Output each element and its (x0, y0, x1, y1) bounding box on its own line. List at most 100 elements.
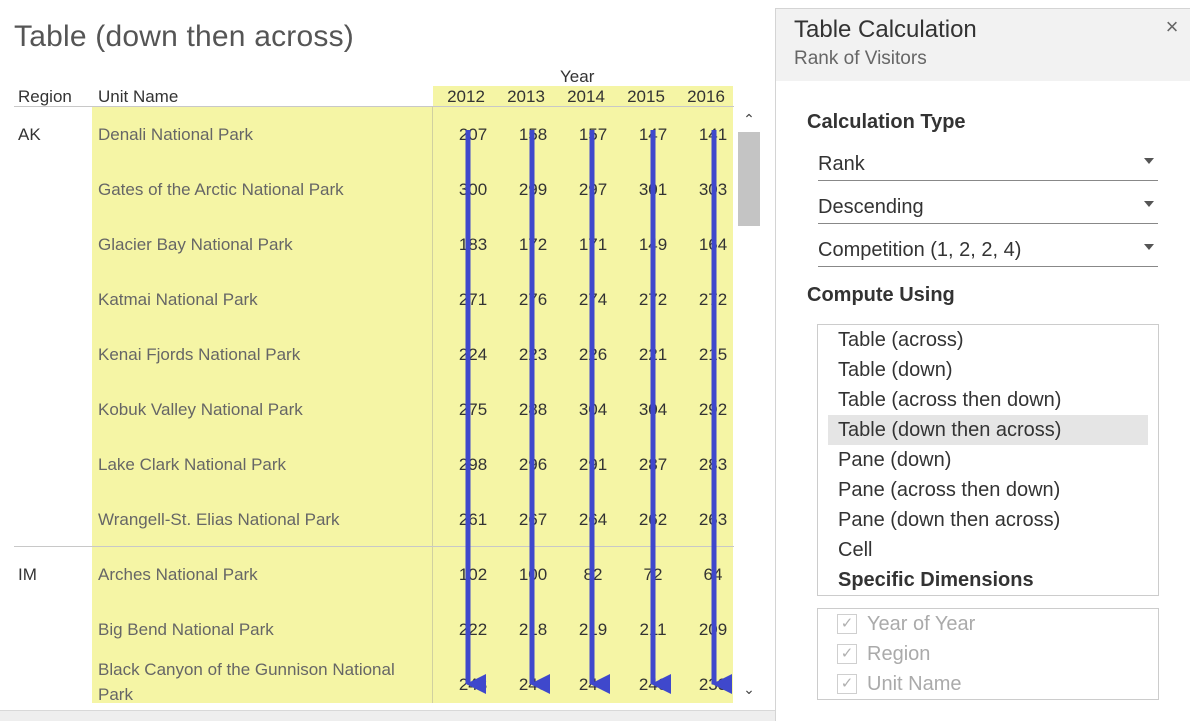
rank-value-cell[interactable]: 221 (623, 345, 683, 365)
panel-subtitle: Rank of Visitors (794, 48, 927, 69)
scroll-up-icon[interactable]: ⌃ (737, 108, 761, 130)
rank-value-cell[interactable]: 224 (443, 345, 503, 365)
rank-value-cell[interactable]: 274 (563, 290, 623, 310)
rank-value-cell[interactable]: 276 (503, 290, 563, 310)
unit-name-column-header[interactable]: Unit Name (98, 87, 178, 107)
region-column-header[interactable]: Region (18, 87, 72, 107)
rank-value-cell[interactable]: 149 (623, 235, 683, 255)
unit-name-cell[interactable]: Big Bend National Park (98, 617, 428, 642)
rank-value-cell[interactable]: 222 (443, 620, 503, 640)
unit-name-cell[interactable]: Glacier Bay National Park (98, 232, 428, 257)
unit-name-cell[interactable]: Kobuk Valley National Park (98, 397, 428, 422)
rank-value-cell[interactable]: 72 (623, 565, 683, 585)
rank-method-value: Competition (1, 2, 2, 4) (818, 239, 1022, 261)
rank-value-cell[interactable]: 262 (623, 510, 683, 530)
rank-value-cell[interactable]: 211 (623, 620, 683, 640)
rank-value-cell[interactable]: 297 (563, 180, 623, 200)
unit-name-cell[interactable]: Denali National Park (98, 122, 428, 147)
year-label-2012[interactable]: 2012 (436, 87, 496, 107)
rank-value-cell[interactable]: 171 (563, 235, 623, 255)
rank-value-cell[interactable]: 300 (443, 180, 503, 200)
region-label-ak[interactable]: AK (18, 125, 41, 145)
rank-value-cell[interactable]: 272 (683, 290, 743, 310)
chevron-down-icon (1144, 158, 1154, 164)
rank-value-cell[interactable]: 304 (623, 400, 683, 420)
unit-name-cell[interactable]: Katmai National Park (98, 287, 428, 312)
rank-value-cell[interactable]: 246 (503, 675, 563, 695)
rank-value-cell[interactable]: 102 (443, 565, 503, 585)
rank-value-cell[interactable]: 233 (683, 675, 743, 695)
region-label-im[interactable]: IM (18, 565, 37, 585)
compute-option-table-down-then-across[interactable]: Table (down then across) (838, 419, 1061, 442)
unit-name-cell[interactable]: Black Canyon of the Gunnison National Pa… (98, 657, 428, 707)
rank-value-cell[interactable]: 296 (503, 455, 563, 475)
rank-value-cell[interactable]: 172 (503, 235, 563, 255)
rank-value-cell[interactable]: 215 (683, 345, 743, 365)
rank-value-cell[interactable]: 287 (623, 455, 683, 475)
unit-name-cell[interactable]: Gates of the Arctic National Park (98, 177, 428, 202)
scroll-down-icon[interactable]: ⌄ (737, 678, 761, 700)
rank-value-cell[interactable]: 288 (503, 400, 563, 420)
compute-option-pane-down[interactable]: Pane (down) (838, 449, 951, 472)
close-icon[interactable]: × (1162, 14, 1182, 40)
calculation-type-dropdown[interactable]: Rank (818, 148, 1158, 181)
rank-value-cell[interactable]: 240 (623, 675, 683, 695)
checkbox-year-of-year[interactable]: ✓ (837, 614, 857, 634)
rank-value-cell[interactable]: 304 (563, 400, 623, 420)
compute-option-table-across-then-down[interactable]: Table (across then down) (838, 389, 1061, 412)
unit-name-cell[interactable]: Lake Clark National Park (98, 452, 428, 477)
rank-order-value: Descending (818, 196, 924, 218)
rank-value-cell[interactable]: 261 (443, 510, 503, 530)
rank-value-cell[interactable]: 303 (683, 180, 743, 200)
year-label-2014[interactable]: 2014 (556, 87, 616, 107)
rank-value-cell[interactable]: 100 (503, 565, 563, 585)
pane-divider (14, 546, 734, 547)
compute-option-specific-dimensions[interactable]: Specific Dimensions (838, 569, 1034, 592)
compute-option-pane-across-then-down[interactable]: Pane (across then down) (838, 479, 1060, 502)
unit-name-cell[interactable]: Kenai Fjords National Park (98, 342, 428, 367)
rank-value-cell[interactable]: 64 (683, 565, 743, 585)
rank-value-cell[interactable]: 219 (563, 620, 623, 640)
rank-value-cell[interactable]: 272 (623, 290, 683, 310)
rank-value-cell[interactable]: 141 (683, 125, 743, 145)
rank-value-cell[interactable]: 275 (443, 400, 503, 420)
rank-method-dropdown[interactable]: Competition (1, 2, 2, 4) (818, 234, 1158, 267)
checkbox-region[interactable]: ✓ (837, 644, 857, 664)
rank-value-cell[interactable]: 82 (563, 565, 623, 585)
rank-value-cell[interactable]: 243 (443, 675, 503, 695)
unit-name-cell[interactable]: Arches National Park (98, 562, 428, 587)
rank-value-cell[interactable]: 218 (503, 620, 563, 640)
rank-value-cell[interactable]: 264 (563, 510, 623, 530)
rank-value-cell[interactable]: 223 (503, 345, 563, 365)
rank-value-cell[interactable]: 147 (623, 125, 683, 145)
rank-value-cell[interactable]: 244 (563, 675, 623, 695)
rank-value-cell[interactable]: 209 (683, 620, 743, 640)
year-label-2016[interactable]: 2016 (676, 87, 736, 107)
compute-option-cell[interactable]: Cell (838, 539, 872, 562)
compute-option-table-across[interactable]: Table (across) (838, 329, 964, 352)
year-label-2015[interactable]: 2015 (616, 87, 676, 107)
rank-value-cell[interactable]: 283 (683, 455, 743, 475)
rank-value-cell[interactable]: 263 (683, 510, 743, 530)
rank-value-cell[interactable]: 158 (503, 125, 563, 145)
year-column-header[interactable]: Year (560, 67, 594, 87)
rank-value-cell[interactable]: 157 (563, 125, 623, 145)
rank-value-cell[interactable]: 292 (683, 400, 743, 420)
scrollbar-thumb[interactable] (738, 132, 760, 226)
year-label-2013[interactable]: 2013 (496, 87, 556, 107)
unit-name-cell[interactable]: Wrangell-St. Elias National Park (98, 507, 428, 532)
rank-value-cell[interactable]: 226 (563, 345, 623, 365)
rank-value-cell[interactable]: 271 (443, 290, 503, 310)
rank-value-cell[interactable]: 298 (443, 455, 503, 475)
checkbox-unit-name[interactable]: ✓ (837, 674, 857, 694)
rank-value-cell[interactable]: 183 (443, 235, 503, 255)
compute-option-table-down[interactable]: Table (down) (838, 359, 953, 382)
rank-value-cell[interactable]: 299 (503, 180, 563, 200)
rank-value-cell[interactable]: 291 (563, 455, 623, 475)
rank-order-dropdown[interactable]: Descending (818, 191, 1158, 224)
compute-option-pane-down-then-across[interactable]: Pane (down then across) (838, 509, 1060, 532)
rank-value-cell[interactable]: 164 (683, 235, 743, 255)
rank-value-cell[interactable]: 207 (443, 125, 503, 145)
rank-value-cell[interactable]: 267 (503, 510, 563, 530)
rank-value-cell[interactable]: 301 (623, 180, 683, 200)
